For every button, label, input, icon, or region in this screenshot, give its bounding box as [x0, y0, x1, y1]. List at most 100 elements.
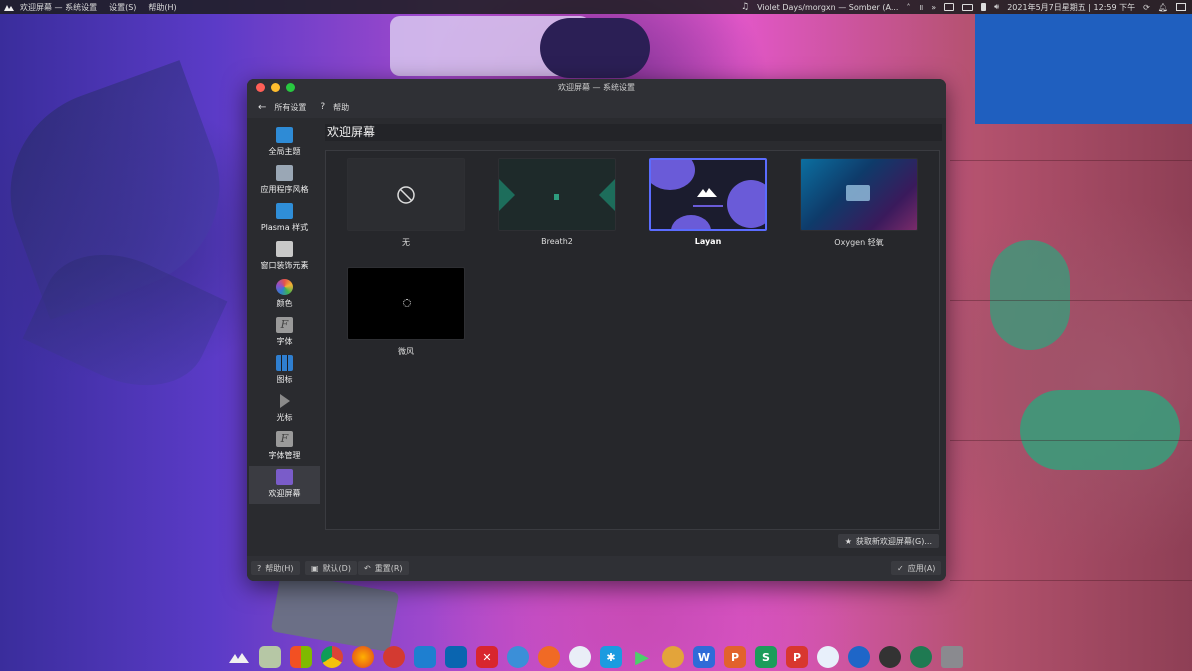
menu-settings[interactable]: 设置(S) — [109, 2, 136, 13]
show-desktop-icon[interactable] — [1176, 3, 1186, 11]
menu-help[interactable]: 帮助(H) — [148, 2, 176, 13]
firefox-icon[interactable] — [352, 646, 374, 668]
help-bottom-button[interactable]: ? 帮助(H) — [251, 561, 300, 575]
netease-music-icon[interactable] — [383, 646, 405, 668]
media-next-icon[interactable]: » — [931, 3, 936, 12]
theme-card-breeze[interactable]: 微风 — [346, 267, 466, 357]
theme-thumbnail — [347, 267, 465, 340]
star-app-icon[interactable]: ✱ — [600, 646, 622, 668]
window-titlebar[interactable]: 欢迎屏幕 — 系统设置 — [247, 79, 946, 96]
wps-spreadsheet-icon[interactable]: S — [755, 646, 777, 668]
media-now-playing[interactable]: Violet Days/morgxn — Somber (A... — [757, 3, 898, 12]
clock-text[interactable]: 2021年5月7日星期五 | 12:59 下午 — [1007, 2, 1135, 13]
wallpaper-camera — [270, 572, 400, 652]
kde-logo-icon[interactable] — [4, 3, 14, 11]
help-question-icon[interactable]: ? — [320, 102, 325, 112]
media-pause-icon[interactable]: ॥ — [918, 2, 923, 13]
system-tray: ♫ Violet Days/morgxn — Somber (A... ˄ ॥ … — [741, 0, 1186, 14]
sidebar-item-font-management[interactable]: F 字体管理 — [249, 428, 320, 466]
wps-writer-icon[interactable]: W — [693, 646, 715, 668]
get-new-splash-button[interactable]: ★ 获取新欢迎屏幕(G)... — [837, 534, 939, 548]
wps-presentation-icon[interactable]: P — [724, 646, 746, 668]
xmind-icon[interactable]: ✕ — [476, 646, 498, 668]
wallpaper-slipper — [990, 240, 1070, 350]
vscode-icon[interactable] — [445, 646, 467, 668]
theme-card-layan[interactable]: Layan — [648, 158, 768, 246]
icons-icon — [276, 355, 293, 371]
theme-name: Layan — [694, 237, 722, 246]
layan-progress-bar — [693, 205, 723, 207]
keyboard-icon[interactable] — [962, 3, 974, 11]
sidebar-item-plasma-style[interactable]: Plasma 样式 — [249, 200, 320, 238]
qq-icon[interactable] — [569, 646, 591, 668]
cloud-icon[interactable] — [507, 646, 529, 668]
back-arrow-icon[interactable]: ← — [258, 102, 266, 113]
wps-pdf-icon[interactable]: P — [786, 646, 808, 668]
reset-label: 重置(R) — [374, 563, 403, 573]
layan-mountain-icon — [697, 188, 717, 197]
global-theme-icon — [276, 127, 293, 143]
theme-card-none[interactable]: 无 — [346, 158, 466, 248]
media-prev-icon[interactable]: ˄ — [906, 3, 910, 12]
window-title: 欢迎屏幕 — 系统设置 — [557, 83, 636, 92]
layan-blob — [651, 160, 695, 190]
pen-icon[interactable] — [538, 646, 560, 668]
trash-icon[interactable] — [941, 646, 963, 668]
media-player-icon[interactable]: ♫ — [741, 2, 749, 12]
page-title: 欢迎屏幕 — [325, 124, 942, 141]
theme-thumbnail — [800, 158, 918, 231]
wallpaper-blue-box — [975, 14, 1192, 124]
help-button[interactable]: 帮助 — [333, 102, 349, 113]
files-icon[interactable] — [259, 646, 281, 668]
defaults-button[interactable]: ▣ 默认(D) — [305, 561, 357, 575]
theme-card-oxygen[interactable]: Oxygen 轻氧 — [799, 158, 919, 248]
chrome-icon[interactable] — [321, 646, 343, 668]
star-icon: ★ — [844, 536, 852, 546]
play-icon[interactable]: ▶ — [631, 646, 653, 668]
sidebar-item-icons[interactable]: 图标 — [249, 352, 320, 390]
reset-icon: ↶ — [364, 563, 371, 573]
sync-icon[interactable]: ⟳ — [1143, 3, 1150, 12]
display-icon[interactable] — [944, 3, 955, 11]
theme-name: 无 — [402, 238, 410, 247]
sidebar-item-fonts[interactable]: F 字体 — [249, 314, 320, 352]
wallpaper-helmet — [540, 18, 650, 78]
reset-button[interactable]: ↶ 重置(R) — [358, 561, 409, 575]
battery-icon[interactable] — [981, 3, 987, 11]
system-settings-window: 欢迎屏幕 — 系统设置 ← 所有设置 ? 帮助 全局主题 应用程序风格 Plas… — [247, 79, 946, 581]
obs-icon[interactable] — [879, 646, 901, 668]
kdeconnect-icon[interactable] — [910, 646, 932, 668]
theme-name: Breath2 — [541, 237, 573, 246]
wallpaper-slipper — [1020, 390, 1180, 470]
sidebar-item-colors[interactable]: 颜色 — [249, 276, 320, 314]
splash-screen-icon — [276, 469, 293, 485]
get-new-label: 获取新欢迎屏幕(G)... — [855, 536, 932, 546]
sidebar-item-window-decorations[interactable]: 窗口装饰元素 — [249, 238, 320, 276]
windows-icon[interactable] — [290, 646, 312, 668]
sidebar-item-app-style[interactable]: 应用程序风格 — [249, 162, 320, 200]
sidebar-item-label: 窗口装饰元素 — [260, 261, 309, 270]
apply-label: 应用(A) — [907, 563, 936, 573]
vscode-blue-icon[interactable] — [414, 646, 436, 668]
check-icon: ✓ — [897, 563, 904, 573]
sidebar-item-label: 颜色 — [276, 299, 293, 308]
notification-bell-icon[interactable]: 🔔︎ — [1158, 3, 1168, 12]
dock: ✕ ✱ ▶ W P S P — [228, 644, 963, 670]
apply-button[interactable]: ✓ 应用(A) — [891, 561, 942, 575]
potato-icon[interactable] — [662, 646, 684, 668]
breath2-logo — [554, 194, 559, 200]
theme-thumbnail — [649, 158, 767, 231]
all-settings-button[interactable]: 所有设置 — [274, 102, 306, 113]
theme-card-breath2[interactable]: Breath2 — [497, 158, 617, 246]
sidebar-item-cursors[interactable]: 光标 — [249, 390, 320, 428]
cursor-icon — [280, 394, 290, 408]
baidu-netdisk-icon[interactable] — [817, 646, 839, 668]
sidebar-item-splash-screen[interactable]: 欢迎屏幕 — [249, 466, 320, 504]
kde-icon[interactable] — [228, 646, 250, 668]
sidebar-item-global-theme[interactable]: 全局主题 — [249, 124, 320, 162]
volume-icon[interactable]: 🔊︎ — [994, 2, 999, 12]
active-app-name[interactable]: 欢迎屏幕 — 系统设置 — [20, 2, 97, 13]
typora-icon[interactable] — [848, 646, 870, 668]
no-entry-icon — [397, 186, 415, 204]
theme-thumbnail — [498, 158, 616, 231]
